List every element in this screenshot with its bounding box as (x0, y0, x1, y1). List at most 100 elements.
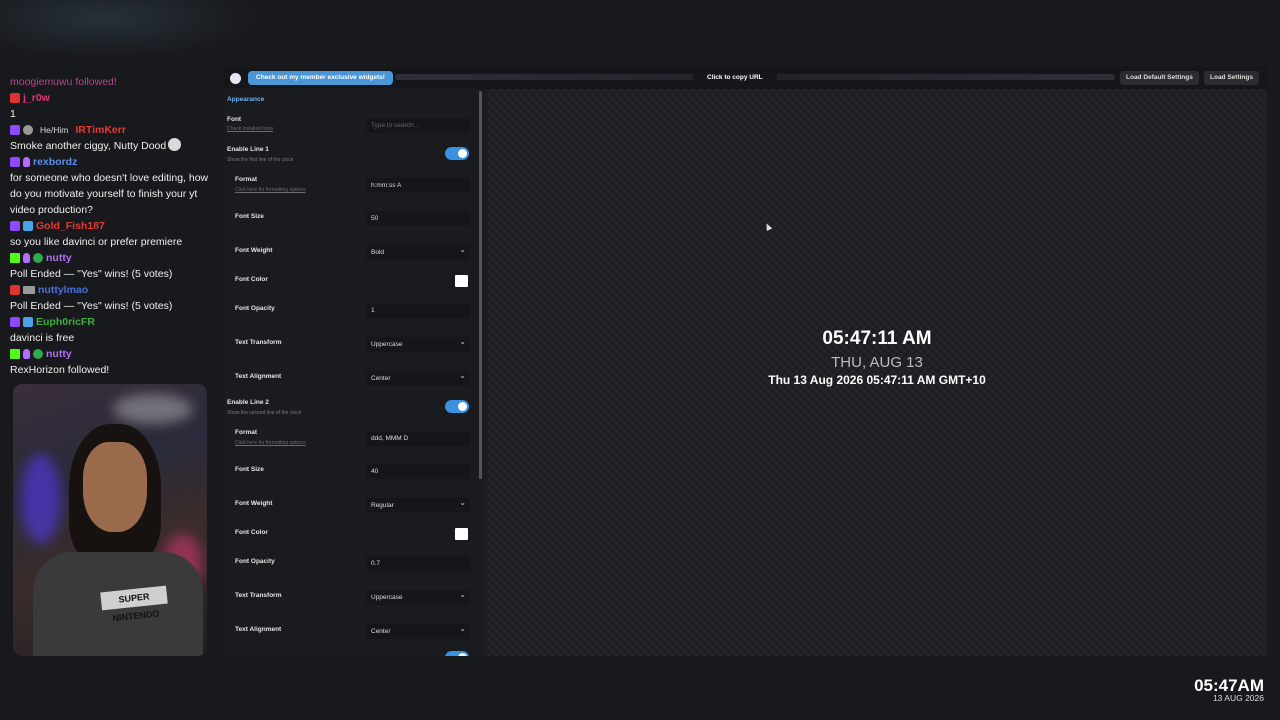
chat-message-body: Smoke another ciggy, Nutty Dood (10, 140, 167, 152)
twitch-badge-icon (10, 157, 20, 167)
line2-text-alignment-select[interactable]: Center (366, 621, 470, 639)
copy-url-button[interactable]: Click to copy URL (693, 67, 777, 89)
chat-username: nutty (46, 252, 72, 264)
settings-scrollbar[interactable] (479, 91, 482, 479)
chat-message-body: Poll Ended — "Yes" wins! (5 votes) (10, 268, 173, 280)
line1-font-color-label: Font Color (235, 276, 268, 283)
chat-event: moogiemuwu followed! (10, 76, 117, 88)
chat-username: IRTimKerr (75, 124, 126, 136)
line2-font-color-swatch[interactable] (455, 528, 468, 540)
line1-format-label: Format (235, 176, 258, 183)
line1-text-alignment-select[interactable]: Center (366, 368, 470, 386)
pronoun-tag: He/Him (40, 125, 69, 135)
font-search-input[interactable]: Type to search... (366, 118, 470, 133)
chat-username: Euph0ricFR (36, 316, 95, 328)
chat-message-text: for someone who doesn't love editing, ho… (10, 170, 210, 218)
stream-clock-date: 13 AUG 2026 (1212, 693, 1264, 703)
line1-format-help-link[interactable]: Click here for formatting options (235, 187, 306, 193)
section-title-appearance: Appearance (227, 96, 265, 103)
line2-format-input[interactable]: ddd, MMM D (366, 431, 470, 446)
line2-font-opacity-label: Font Opacity (235, 558, 275, 565)
twitch-badge-icon (10, 317, 20, 327)
chat-message-text: davinci is free (10, 330, 210, 346)
mic-badge-icon (23, 349, 30, 359)
load-settings-button[interactable]: Load Settings (1204, 71, 1259, 85)
line1-font-size-input[interactable]: 50 (366, 211, 470, 226)
twitch-badge-icon (10, 221, 20, 231)
chat-message-body: 1 (10, 108, 16, 120)
chat-user-line: He/Him IRTimKerr (10, 122, 210, 138)
line2-font-weight-label: Font Weight (235, 500, 273, 507)
enable-line1-toggle[interactable] (445, 147, 469, 160)
chat-username: nuttylmao (38, 284, 89, 296)
enable-line3-toggle[interactable] (445, 651, 469, 656)
chat-message-body: Poll Ended — "Yes" wins! (5 votes) (10, 300, 173, 312)
line2-text-transform-select[interactable]: Uppercase (366, 587, 470, 605)
background-glow (0, 0, 260, 60)
enable-line2-desc: Show the second line of the clock (227, 410, 302, 416)
chat-message-text: Poll Ended — "Yes" wins! (5 votes) (10, 298, 210, 314)
app-logo-icon[interactable] (230, 73, 241, 84)
preview-line3: Thu 13 Aug 2026 05:47:11 AM GMT+10 (768, 373, 986, 387)
line1-font-weight-select[interactable]: Bold (366, 242, 470, 260)
video-badge-icon (23, 286, 35, 294)
preview-line1: 05:47:11 AM (822, 328, 932, 349)
check-installed-fonts-link[interactable]: Check installed fonts (227, 126, 273, 132)
sub-badge-icon (23, 317, 33, 327)
chat-username: j_r0w (23, 92, 50, 104)
chat-user-line: Euph0ricFR (10, 314, 210, 330)
streamer-face (83, 442, 147, 532)
line2-format-help-link[interactable]: Click here for formatting options (235, 440, 306, 446)
chat-username: rexbordz (33, 156, 78, 168)
youtube-badge-icon (10, 93, 20, 103)
line2-text-transform-label: Text Transform (235, 592, 282, 599)
line2-font-color-label: Font Color (235, 529, 268, 536)
line2-font-opacity-input[interactable]: 0.7 (366, 556, 470, 571)
chat-username: Gold_Fish187 (36, 220, 105, 232)
line1-font-color-swatch[interactable] (455, 275, 468, 287)
enable-line2-toggle[interactable] (445, 400, 469, 413)
line1-font-opacity-label: Font Opacity (235, 305, 275, 312)
line2-text-alignment-label: Text Alignment (235, 626, 282, 633)
settings-panel: Appearance Font Check installed fonts Ty… (223, 89, 481, 656)
font-label: Font (227, 116, 242, 123)
chat-message-text: Poll Ended — "Yes" wins! (5 votes) (10, 266, 210, 282)
line1-font-opacity-input[interactable]: 1 (366, 303, 470, 318)
line1-font-size-label: Font Size (235, 213, 264, 220)
load-default-settings-button[interactable]: Load Default Settings (1120, 71, 1199, 85)
mod-badge-icon (33, 253, 43, 263)
line2-font-size-label: Font Size (235, 466, 264, 473)
chat-user-line: rexbordz (10, 154, 210, 170)
mouse-cursor-icon (763, 222, 773, 231)
chat-user-line: nutty (10, 250, 210, 266)
kick-badge-icon (10, 253, 20, 263)
line1-text-transform-label: Text Transform (235, 339, 282, 346)
twitch-badge-icon (10, 125, 20, 135)
enable-line1-desc: Show the first line of the clock (227, 157, 294, 163)
chat-user-line: nuttylmao (10, 282, 210, 298)
line1-font-weight-label: Font Weight (235, 247, 273, 254)
chat-message-text: RexHorizon followed! (10, 362, 210, 378)
chat-message-text: so you like davinci or prefer premiere (10, 234, 210, 250)
clock-widget-editor: Check out my member exclusive widgets! C… (223, 67, 1267, 656)
chat-message-text: 1 (10, 106, 210, 122)
kick-badge-icon (10, 349, 20, 359)
chat-overlay: moogiemuwu followed! j_r0w 1 He/Him IRTimKer… (10, 74, 210, 378)
line1-format-input[interactable]: h:mm:ss A (366, 178, 470, 193)
enable-line1-label: Enable Line 1 (227, 146, 269, 153)
chat-message-body: RexHorizon followed! (10, 364, 110, 376)
gear-badge-icon (23, 125, 33, 135)
chat-user-line: j_r0w (10, 90, 210, 106)
line2-font-weight-select[interactable]: Regular (366, 495, 470, 513)
chat-message-text: Smoke another ciggy, Nutty Dood (10, 138, 210, 154)
mic-badge-icon (23, 253, 30, 263)
mic-badge-icon (23, 157, 30, 167)
line1-text-alignment-label: Text Alignment (235, 373, 282, 380)
member-widgets-button[interactable]: Check out my member exclusive widgets! (248, 71, 393, 85)
clock-preview: 05:47:11 AM THU, AUG 13 Thu 13 Aug 2026 … (487, 89, 1267, 656)
line2-font-size-input[interactable]: 40 (366, 464, 470, 479)
top-bar: Check out my member exclusive widgets! C… (223, 67, 1267, 89)
chat-user-line: nutty (10, 346, 210, 362)
line1-text-transform-select[interactable]: Uppercase (366, 334, 470, 352)
chat-message-body: for someone who doesn't love editing, ho… (10, 172, 209, 216)
